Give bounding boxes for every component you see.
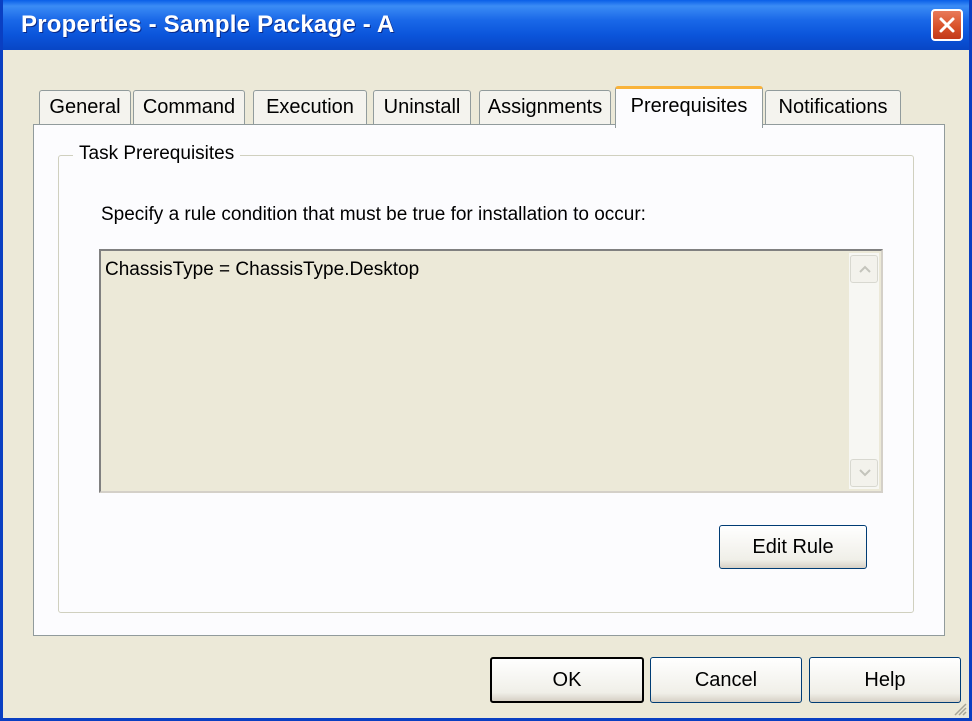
close-button[interactable] <box>931 9 963 41</box>
chevron-up-icon <box>859 265 871 273</box>
close-icon <box>939 17 955 33</box>
ok-button[interactable]: OK <box>490 657 644 703</box>
help-button[interactable]: Help <box>809 657 961 703</box>
resize-grip-icon[interactable] <box>951 700 967 716</box>
tab-general[interactable]: General <box>39 90 131 124</box>
rule-condition-text: ChassisType = ChassisType.Desktop <box>105 259 420 280</box>
rule-text-area[interactable]: ChassisType = ChassisType.Desktop <box>99 249 883 493</box>
tab-command[interactable]: Command <box>133 90 245 124</box>
group-label: Task Prerequisites <box>73 143 241 165</box>
tab-panel: Task Prerequisites Specify a rule condit… <box>33 124 945 636</box>
tab-assignments[interactable]: Assignments <box>479 90 611 124</box>
chevron-down-icon <box>859 469 871 477</box>
vertical-scrollbar[interactable] <box>849 253 879 489</box>
window-title: Properties - Sample Package - A <box>21 11 395 38</box>
tab-uninstall[interactable]: Uninstall <box>373 90 471 124</box>
scroll-up-button[interactable] <box>850 255 878 283</box>
scroll-down-button[interactable] <box>850 459 878 487</box>
tab-execution[interactable]: Execution <box>253 90 367 124</box>
edit-rule-button[interactable]: Edit Rule <box>719 525 867 569</box>
properties-dialog: Properties - Sample Package - A General … <box>0 0 972 721</box>
cancel-button[interactable]: Cancel <box>650 657 802 703</box>
tab-prerequisites[interactable]: Prerequisites <box>615 86 763 128</box>
task-prerequisites-group: Task Prerequisites Specify a rule condit… <box>58 143 914 613</box>
tab-notifications[interactable]: Notifications <box>765 90 901 124</box>
title-bar[interactable]: Properties - Sample Package - A <box>3 0 969 50</box>
rule-description: Specify a rule condition that must be tr… <box>101 204 646 225</box>
